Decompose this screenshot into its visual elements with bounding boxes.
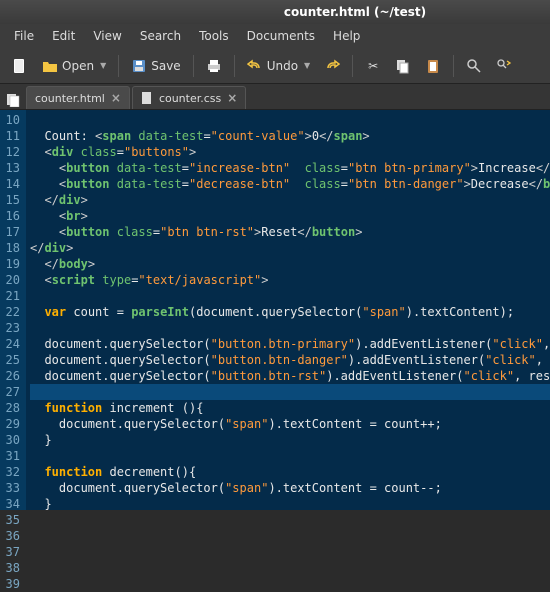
print-button[interactable] xyxy=(200,54,228,78)
code-editor[interactable]: 1011121314151617181920212223242526272829… xyxy=(0,110,550,510)
separator xyxy=(352,55,353,77)
redo-button[interactable] xyxy=(318,54,346,78)
save-icon xyxy=(131,58,147,74)
chevron-down-icon: ▼ xyxy=(304,61,310,70)
menu-documents[interactable]: Documents xyxy=(239,26,323,46)
chevron-down-icon: ▼ xyxy=(100,61,106,70)
menu-tools[interactable]: Tools xyxy=(191,26,237,46)
copy-icon xyxy=(395,58,411,74)
menu-view[interactable]: View xyxy=(85,26,129,46)
tab-counter-css[interactable]: counter.css × xyxy=(132,86,246,109)
printer-icon xyxy=(206,58,222,74)
menu-help[interactable]: Help xyxy=(325,26,368,46)
tab-label: counter.css xyxy=(159,92,221,105)
find-replace-button[interactable] xyxy=(490,54,518,78)
close-icon[interactable]: × xyxy=(227,91,237,105)
separator xyxy=(193,55,194,77)
save-button[interactable]: Save xyxy=(125,54,186,78)
undo-label: Undo xyxy=(267,59,298,73)
separator xyxy=(234,55,235,77)
separator xyxy=(118,55,119,77)
find-replace-icon xyxy=(496,58,512,74)
documents-icon[interactable] xyxy=(4,91,22,109)
paste-button[interactable] xyxy=(419,54,447,78)
window-title: counter.html (~/test) xyxy=(284,5,426,19)
scissors-icon: ✂ xyxy=(365,58,381,74)
tabbar: counter.html × counter.css × xyxy=(0,84,550,110)
undo-icon xyxy=(247,58,263,74)
menubar: File Edit View Search Tools Documents He… xyxy=(0,24,550,48)
new-file-button[interactable] xyxy=(6,54,34,78)
line-gutter: 1011121314151617181920212223242526272829… xyxy=(0,110,26,510)
undo-button[interactable]: Undo ▼ xyxy=(241,54,317,78)
toolbar: Open ▼ Save Undo ▼ ✂ xyxy=(0,48,550,84)
save-label: Save xyxy=(151,59,180,73)
find-button[interactable] xyxy=(460,54,488,78)
redo-icon xyxy=(324,58,340,74)
tab-counter-html[interactable]: counter.html × xyxy=(26,86,130,109)
separator xyxy=(453,55,454,77)
menu-edit[interactable]: Edit xyxy=(44,26,83,46)
window-titlebar: counter.html (~/test) xyxy=(0,0,550,24)
search-icon xyxy=(466,58,482,74)
file-icon xyxy=(141,92,153,104)
code-area[interactable]: Count: <span data-test="count-value">0</… xyxy=(26,110,550,510)
clipboard-icon xyxy=(425,58,441,74)
open-button[interactable]: Open ▼ xyxy=(36,54,112,78)
menu-search[interactable]: Search xyxy=(132,26,189,46)
open-label: Open xyxy=(62,59,94,73)
folder-open-icon xyxy=(42,58,58,74)
tab-label: counter.html xyxy=(35,92,105,105)
cut-button[interactable]: ✂ xyxy=(359,54,387,78)
new-file-icon xyxy=(12,58,28,74)
copy-button[interactable] xyxy=(389,54,417,78)
close-icon[interactable]: × xyxy=(111,91,121,105)
menu-file[interactable]: File xyxy=(6,26,42,46)
